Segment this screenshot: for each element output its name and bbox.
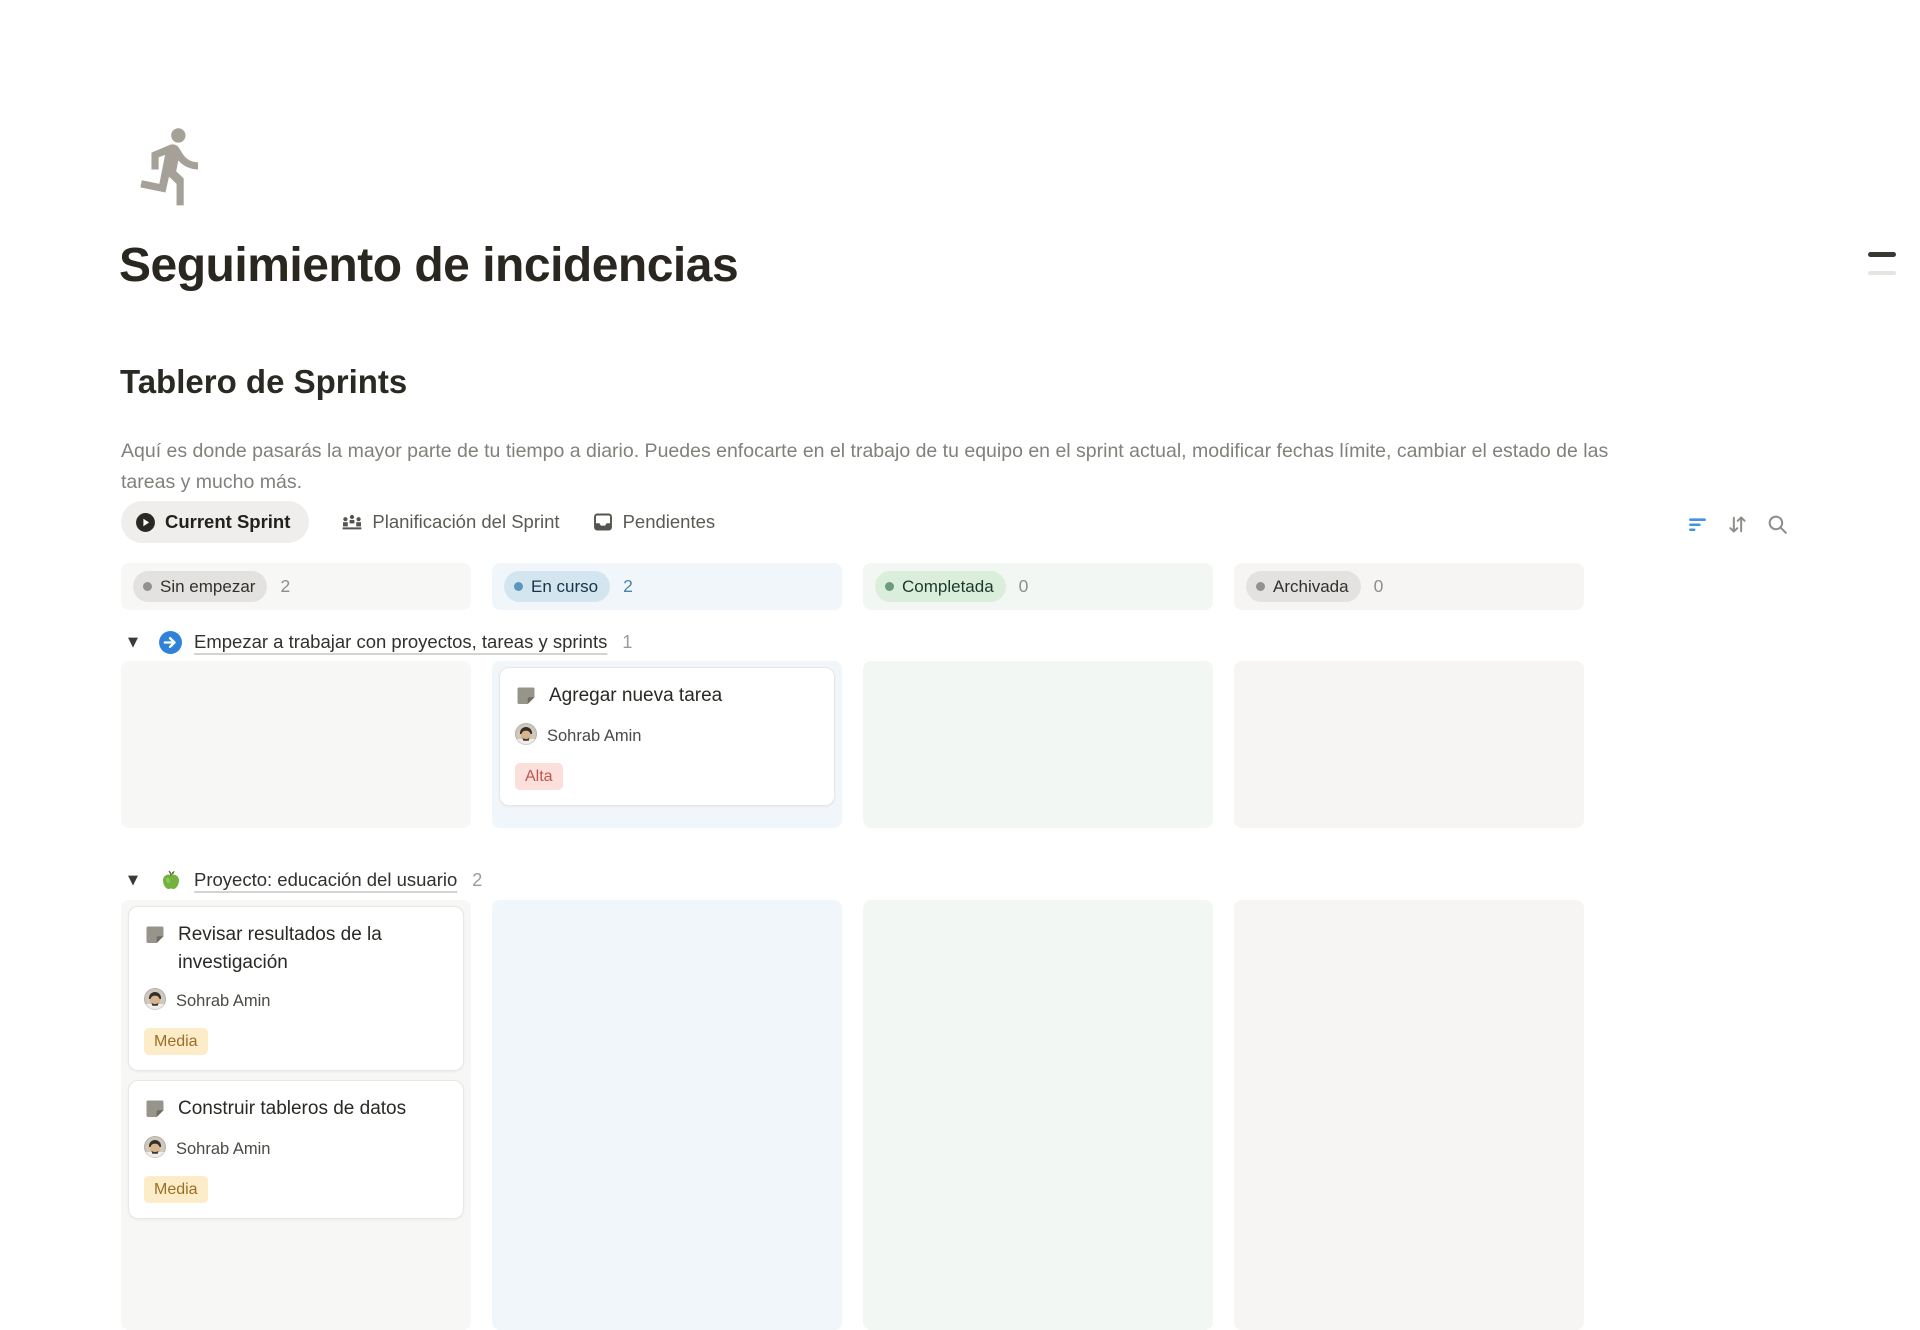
board-description-line: Aquí es donde pasarás la mayor parte de … xyxy=(121,436,1608,467)
card-revisar-resultados[interactable]: Revisar resultados de la investigación xyxy=(128,906,464,1071)
search-icon[interactable] xyxy=(1765,512,1789,536)
status-label: Sin empezar xyxy=(160,577,255,597)
group-title-link[interactable]: Proyecto: educación del usuario xyxy=(194,869,457,891)
green-apple-icon xyxy=(158,868,183,893)
tab-backlog[interactable]: Pendientes xyxy=(592,511,716,533)
group-count: 1 xyxy=(622,632,632,653)
board-cell xyxy=(1234,661,1584,828)
status-label: Archivada xyxy=(1273,577,1349,597)
tab-label: Pendientes xyxy=(623,511,716,533)
assignee-name: Sohrab Amin xyxy=(547,727,641,746)
priority-tag: Alta xyxy=(515,763,563,790)
column-header-archivada: Archivada 0 xyxy=(1234,563,1584,610)
board-row-group-2: Revisar resultados de la investigación xyxy=(121,900,1584,1330)
card-assignee: Sohrab Amin xyxy=(144,988,448,1015)
tab-current-sprint[interactable]: Current Sprint xyxy=(121,501,309,543)
card-title: Construir tableros de datos xyxy=(178,1095,406,1123)
board-description: Aquí es donde pasarás la mayor parte de … xyxy=(121,436,1608,498)
status-label: En curso xyxy=(531,577,598,597)
page-title[interactable]: Seguimiento de incidencias xyxy=(119,238,738,293)
page-icon-running-person[interactable] xyxy=(130,123,216,209)
blue-arrow-circle-icon xyxy=(158,630,183,655)
card-agregar-nueva-tarea[interactable]: Agregar nueva tarea xyxy=(499,667,835,806)
column-header-completada: Completada 0 xyxy=(863,563,1213,610)
card-construir-tableros[interactable]: Construir tableros de datos xyxy=(128,1080,464,1219)
status-label: Completada xyxy=(902,577,994,597)
group-header-empezar: ▼ Empezar a trabajar con proyectos, tare… xyxy=(128,626,632,658)
board-heading: Tablero de Sprints xyxy=(120,363,407,401)
status-dot xyxy=(1256,582,1265,591)
task-note-icon xyxy=(515,685,537,712)
view-tabs: Current Sprint Planificación del Sprint … xyxy=(121,501,715,543)
priority-tag: Media xyxy=(144,1028,208,1055)
board-cell xyxy=(1234,900,1584,1330)
status-pill-completada[interactable]: Completada xyxy=(875,571,1006,602)
board-toolbar xyxy=(1685,512,1789,536)
card-assignee: Sohrab Amin xyxy=(515,723,819,750)
column-header-en-curso: En curso 2 xyxy=(492,563,842,610)
board-cell xyxy=(863,900,1213,1330)
avatar xyxy=(144,1136,166,1163)
status-pill-en-curso[interactable]: En curso xyxy=(504,571,610,602)
tab-sprint-planning[interactable]: Planificación del Sprint xyxy=(341,511,559,533)
board-cell xyxy=(492,900,842,1330)
filter-icon[interactable] xyxy=(1685,512,1709,536)
status-dot xyxy=(885,582,894,591)
tab-label: Planificación del Sprint xyxy=(372,511,559,533)
sort-icon[interactable] xyxy=(1725,512,1749,536)
play-circle-icon xyxy=(135,512,156,533)
collapse-triangle-icon[interactable]: ▼ xyxy=(128,873,143,888)
task-note-icon xyxy=(144,1098,166,1125)
running-person-icon xyxy=(130,123,216,209)
column-header-sin-empezar: Sin empezar 2 xyxy=(121,563,471,610)
card-assignee: Sohrab Amin xyxy=(144,1136,448,1163)
toc-line-active[interactable] xyxy=(1868,252,1896,257)
tab-label: Current Sprint xyxy=(165,511,290,533)
column-count: 0 xyxy=(1374,576,1384,597)
collapse-triangle-icon[interactable]: ▼ xyxy=(128,635,143,650)
board-row-group-1: Agregar nueva tarea xyxy=(121,661,1584,828)
toc-line[interactable] xyxy=(1868,271,1896,275)
board-cell xyxy=(121,661,471,828)
avatar xyxy=(515,723,537,750)
board-column-headers: Sin empezar 2 En curso 2 Completada 0 Ar… xyxy=(121,563,1584,610)
avatar xyxy=(144,988,166,1015)
board-cell xyxy=(863,661,1213,828)
group-header-proyecto: ▼ Proyecto: educación del usuario 2 xyxy=(128,864,482,896)
table-of-contents[interactable] xyxy=(1868,252,1896,275)
assignee-name: Sohrab Amin xyxy=(176,992,270,1011)
people-meeting-icon xyxy=(341,511,363,533)
board-cell: Agregar nueva tarea xyxy=(492,661,842,828)
board-description-line: tareas y mucho más. xyxy=(121,467,1608,498)
board-cell: Revisar resultados de la investigación xyxy=(121,900,471,1330)
status-dot xyxy=(514,582,523,591)
column-count: 2 xyxy=(280,576,290,597)
task-note-icon xyxy=(144,924,166,951)
status-pill-archivada[interactable]: Archivada xyxy=(1246,571,1361,602)
status-dot xyxy=(143,582,152,591)
card-title: Revisar resultados de la investigación xyxy=(178,921,448,977)
column-count: 0 xyxy=(1019,576,1029,597)
group-count: 2 xyxy=(472,870,482,891)
column-count: 2 xyxy=(623,576,633,597)
group-title-link[interactable]: Empezar a trabajar con proyectos, tareas… xyxy=(194,631,607,653)
status-pill-sin-empezar[interactable]: Sin empezar xyxy=(133,571,267,602)
inbox-icon xyxy=(592,511,614,533)
card-title: Agregar nueva tarea xyxy=(549,682,722,710)
assignee-name: Sohrab Amin xyxy=(176,1140,270,1159)
